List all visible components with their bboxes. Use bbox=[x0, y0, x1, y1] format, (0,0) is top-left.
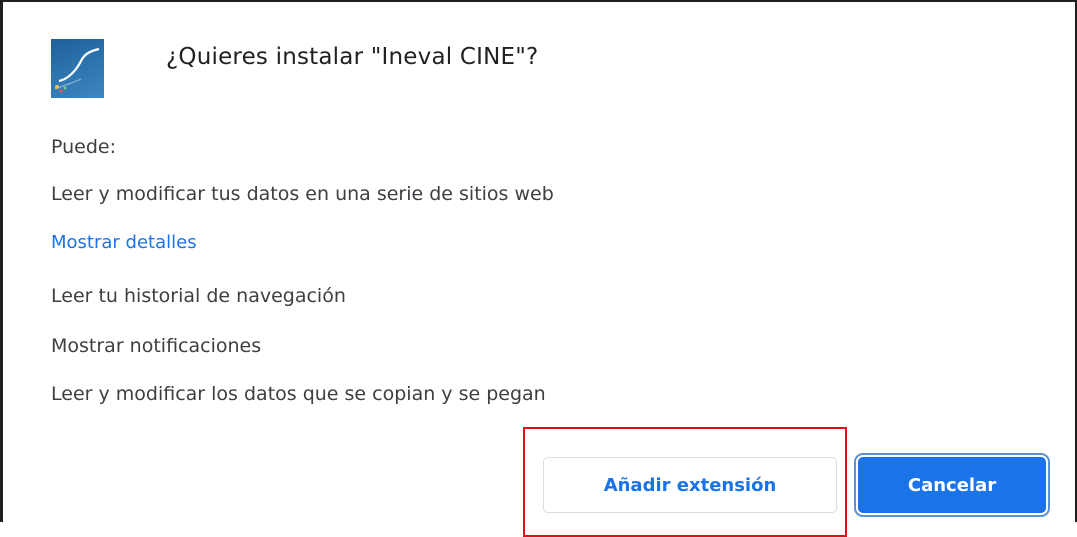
install-extension-dialog: ¿Quieres instalar "Ineval CINE"? Puede: … bbox=[0, 0, 1077, 537]
permission-item-site-data: Leer y modificar tus datos en una serie … bbox=[51, 183, 554, 205]
permissions-intro: Puede: bbox=[51, 136, 117, 158]
permission-item-clipboard: Leer y modificar los datos que se copian… bbox=[51, 383, 546, 405]
show-details-link[interactable]: Mostrar detalles bbox=[51, 232, 197, 253]
extension-app-icon bbox=[51, 39, 104, 98]
add-extension-button[interactable]: Añadir extensión bbox=[543, 457, 837, 513]
permission-item-notifications: Mostrar notificaciones bbox=[51, 335, 262, 357]
permission-item-history: Leer tu historial de navegación bbox=[51, 285, 346, 307]
cancel-button[interactable]: Cancelar bbox=[858, 457, 1046, 513]
dialog-title: ¿Quieres instalar "Ineval CINE"? bbox=[166, 44, 539, 70]
